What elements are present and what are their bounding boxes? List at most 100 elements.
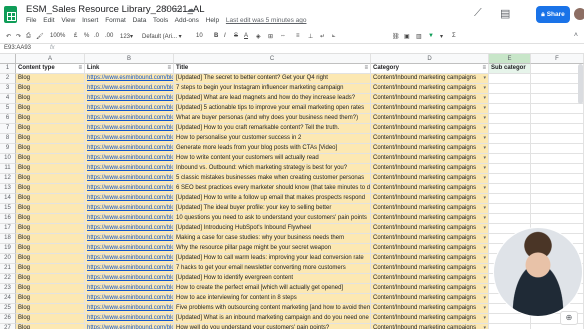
cell-link[interactable]: https://www.esminbound.com/blog [85, 144, 174, 154]
account-avatar[interactable] [574, 8, 584, 20]
filter-icon[interactable]: ▼ [428, 33, 434, 39]
font-select[interactable]: Default (Ari... ▾ [142, 33, 182, 40]
cell-title[interactable]: How to create the perfect email [which w… [174, 284, 371, 294]
cell-title[interactable]: Making a case for case studies: why your… [174, 234, 371, 244]
filter-menu-icon[interactable]: ≡ [482, 64, 486, 73]
cell-title[interactable]: How to write content your customers will… [174, 154, 371, 164]
last-edit-link[interactable]: Last edit was 5 minutes ago [226, 17, 307, 24]
cell-content-type[interactable]: Blog [16, 154, 85, 164]
dropdown-chevron-icon[interactable]: ▾ [483, 244, 486, 253]
currency-format-button[interactable]: £ [74, 33, 77, 39]
menu-insert[interactable]: Insert [82, 17, 98, 24]
empty-cell[interactable] [531, 164, 584, 174]
empty-cell[interactable] [531, 124, 584, 134]
chart-icon[interactable]: ▥ [416, 33, 422, 40]
cell-category[interactable]: Content/Inbound marketing campaigns ▾ [371, 114, 489, 124]
empty-cell[interactable] [531, 114, 584, 124]
cell-title[interactable]: Five problems with outsourcing content m… [174, 304, 371, 314]
borders-icon[interactable]: ⊞ [268, 33, 273, 40]
dropdown-chevron-icon[interactable]: ▾ [483, 164, 486, 173]
percent-format-button[interactable]: % [84, 33, 89, 39]
empty-cell[interactable] [531, 174, 584, 184]
increase-decimal-button[interactable]: .00 [105, 33, 113, 39]
header-category[interactable]: Category ≡ [371, 64, 489, 74]
column-header-f[interactable]: F [531, 54, 584, 64]
cell-category[interactable]: Content/Inbound marketing campaigns ▾ [371, 154, 489, 164]
cell-category[interactable]: Content/Inbound marketing campaigns ▾ [371, 124, 489, 134]
cell-category[interactable]: Content/Inbound marketing campaigns ▾ [371, 244, 489, 254]
dropdown-chevron-icon[interactable]: ▾ [483, 114, 486, 123]
cell-content-type[interactable]: Blog [16, 314, 85, 324]
row-number[interactable]: 13 [0, 184, 16, 194]
cell-title[interactable]: [Updated] How to you craft remarkable co… [174, 124, 371, 134]
row-number[interactable]: 16 [0, 214, 16, 224]
row-number[interactable]: 23 [0, 284, 16, 294]
menu-add-ons[interactable]: Add-ons [175, 17, 199, 24]
cell-link[interactable]: https://www.esminbound.com/blog [85, 314, 174, 324]
empty-cell[interactable] [531, 74, 584, 84]
dropdown-chevron-icon[interactable]: ▾ [483, 254, 486, 263]
cell-content-type[interactable]: Blog [16, 294, 85, 304]
row-number[interactable]: 12 [0, 174, 16, 184]
empty-cell[interactable] [531, 104, 584, 114]
italic-button[interactable]: I [224, 33, 226, 39]
functions-icon[interactable]: Σ [452, 33, 456, 39]
cell-title[interactable]: [Updated] How to call warm leads: improv… [174, 254, 371, 264]
collapse-toolbar-icon[interactable]: ˄ [574, 32, 578, 39]
print-icon[interactable]: ⎙ [26, 33, 31, 40]
cell-link[interactable]: https://www.esminbound.com/blog [85, 134, 174, 144]
bold-button[interactable]: B [214, 33, 218, 39]
cell-link[interactable]: https://www.esminbound.com/blog [85, 204, 174, 214]
redo-icon[interactable]: ↷ [16, 33, 21, 40]
cell-sub-category[interactable] [489, 164, 531, 174]
row-number[interactable]: 7 [0, 124, 16, 134]
move-folder-icon[interactable]: ▭ [174, 4, 183, 15]
row-number[interactable]: 26 [0, 314, 16, 324]
cell-category[interactable]: Content/Inbound marketing campaigns ▾ [371, 164, 489, 174]
header-sub-category[interactable]: Sub categor [489, 64, 531, 74]
cell-title[interactable]: How to ace interviewing for content in 8… [174, 294, 371, 304]
cell-category[interactable]: Content/Inbound marketing campaigns ▾ [371, 234, 489, 244]
dropdown-chevron-icon[interactable]: ▾ [483, 144, 486, 153]
empty-cell[interactable] [531, 194, 584, 204]
row-number[interactable]: 19 [0, 244, 16, 254]
row-number[interactable]: 21 [0, 264, 16, 274]
menu-edit[interactable]: Edit [43, 17, 54, 24]
header-content-type[interactable]: Content type ≡ [16, 64, 85, 74]
cell-title[interactable]: [Updated] The secret to better content? … [174, 74, 371, 84]
text-color-button[interactable]: A [244, 33, 248, 39]
cell-content-type[interactable]: Blog [16, 164, 85, 174]
cell-link[interactable]: https://www.esminbound.com/blog [85, 254, 174, 264]
cell-title[interactable]: [Updated] What is an inbound marketing c… [174, 314, 371, 324]
dropdown-chevron-icon[interactable]: ▾ [483, 154, 486, 163]
cell-category[interactable]: Content/Inbound marketing campaigns ▾ [371, 324, 489, 329]
cell-title[interactable]: 6 SEO best practices every marketer shou… [174, 184, 371, 194]
cell-sub-category[interactable] [489, 124, 531, 134]
empty-cell[interactable] [531, 154, 584, 164]
dropdown-chevron-icon[interactable]: ▾ [483, 214, 486, 223]
cell-category[interactable]: Content/Inbound marketing campaigns ▾ [371, 284, 489, 294]
column-header-b[interactable]: B [85, 54, 174, 64]
cell-link[interactable]: https://www.esminbound.com/blog [85, 94, 174, 104]
vertical-align-icon[interactable]: ⊥ [308, 33, 313, 40]
cell-sub-category[interactable] [489, 174, 531, 184]
cell-category[interactable]: Content/Inbound marketing campaigns ▾ [371, 274, 489, 284]
row-number[interactable]: 5 [0, 104, 16, 114]
cell-content-type[interactable]: Blog [16, 124, 85, 134]
row-number[interactable]: 9 [0, 144, 16, 154]
cell-sub-category[interactable] [489, 114, 531, 124]
cell-link[interactable]: https://www.esminbound.com/blog [85, 154, 174, 164]
cell-title[interactable]: 7 steps to begin your Instagram influenc… [174, 84, 371, 94]
cell-title[interactable]: What are buyer personas (and why does yo… [174, 114, 371, 124]
cell-content-type[interactable]: Blog [16, 104, 85, 114]
row-number[interactable]: 11 [0, 164, 16, 174]
cell-category[interactable]: Content/Inbound marketing campaigns ▾ [371, 74, 489, 84]
cell-content-type[interactable]: Blog [16, 254, 85, 264]
cell-content-type[interactable]: Blog [16, 224, 85, 234]
row-number[interactable]: 2 [0, 74, 16, 84]
menu-file[interactable]: File [26, 17, 36, 24]
dropdown-chevron-icon[interactable]: ▾ [483, 224, 486, 233]
cell-sub-category[interactable] [489, 104, 531, 114]
cell-link[interactable]: https://www.esminbound.com/blog [85, 194, 174, 204]
cell-link[interactable]: https://www.esminbound.com/blog [85, 234, 174, 244]
